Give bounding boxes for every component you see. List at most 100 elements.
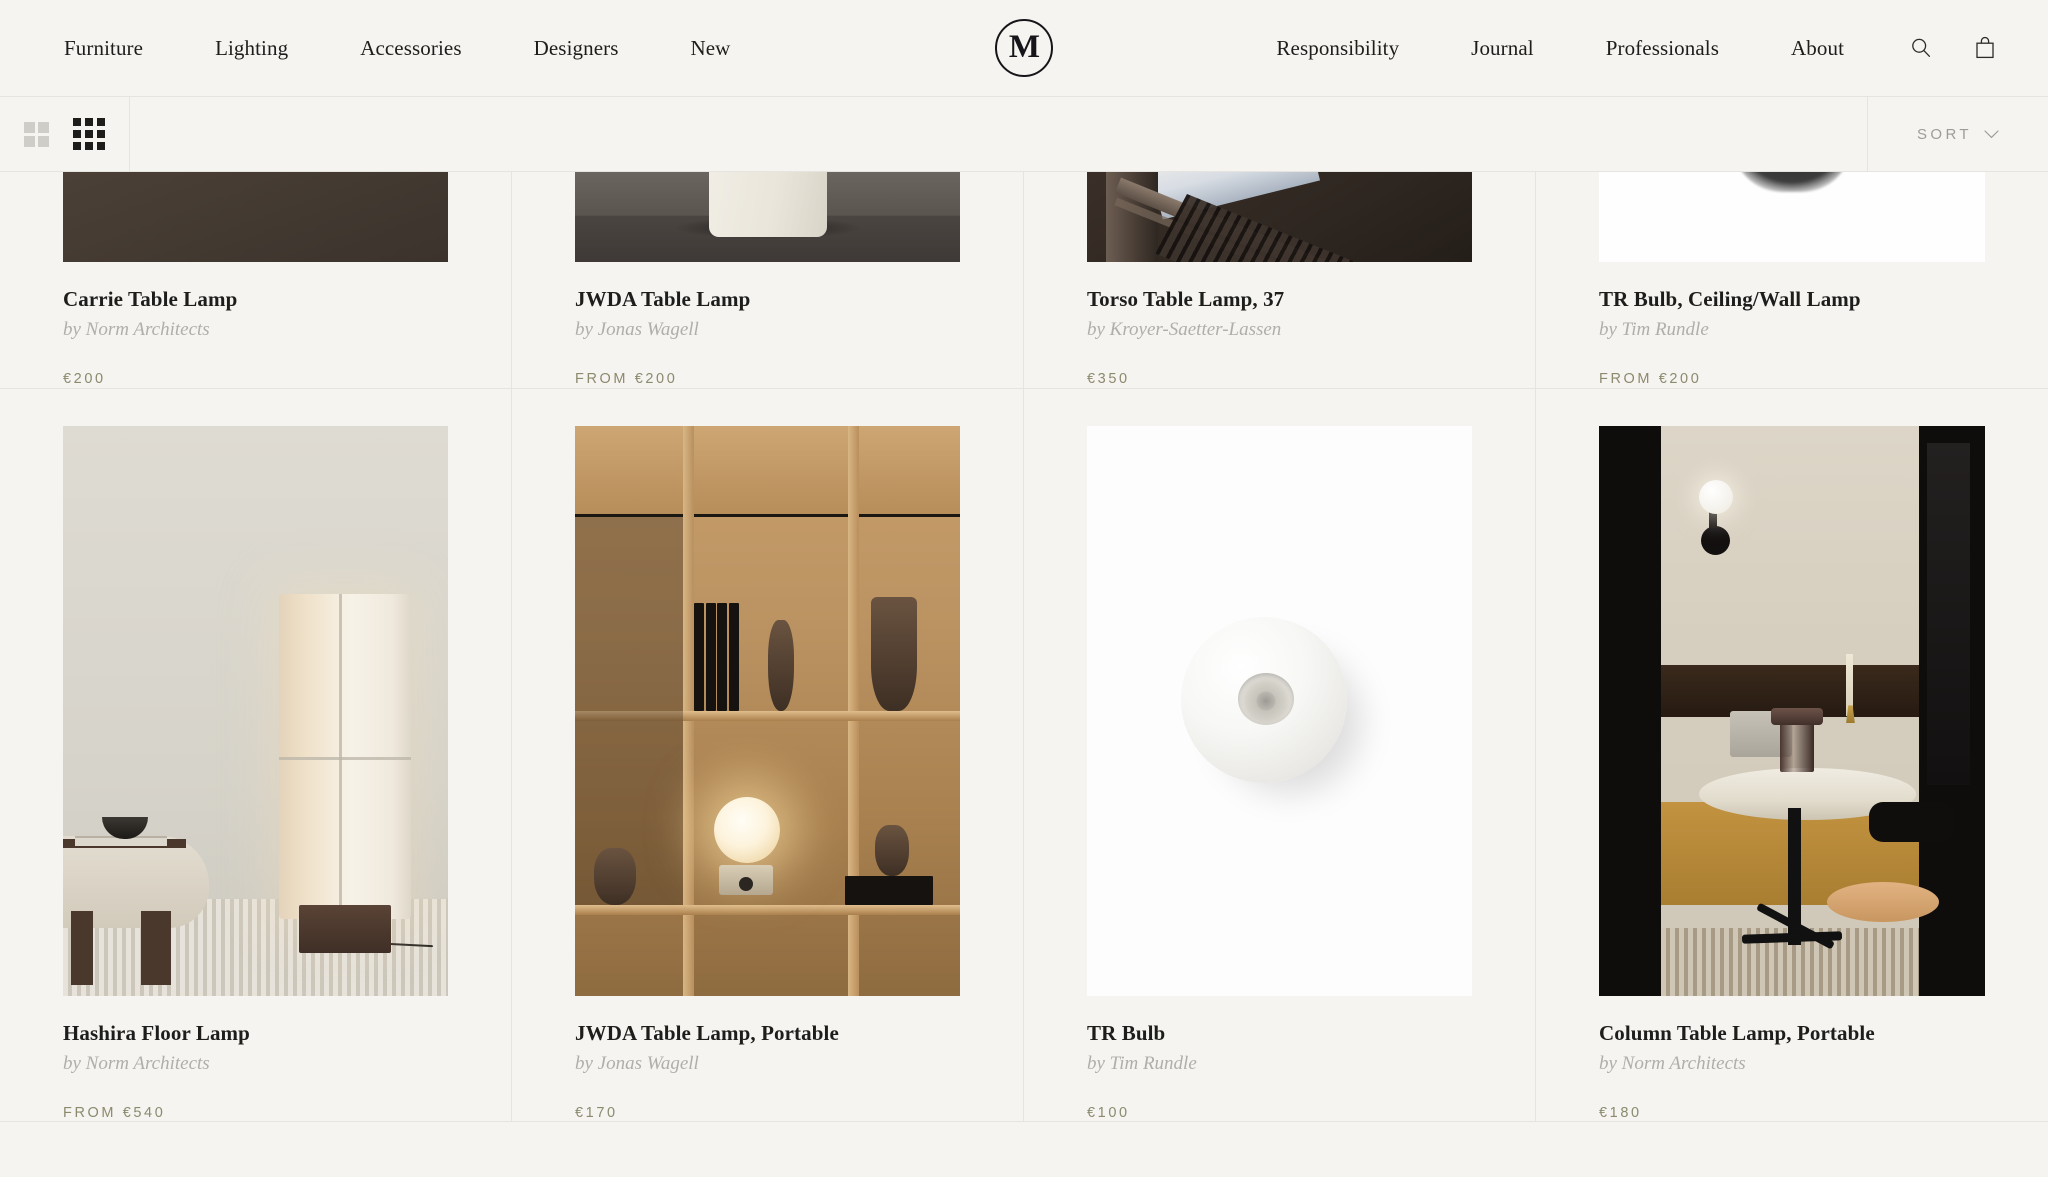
product-title: Carrie Table Lamp bbox=[63, 287, 238, 311]
ceiling-fixture bbox=[1732, 172, 1852, 192]
search-icon[interactable] bbox=[1898, 25, 1944, 71]
product-info: TR Bulb, Ceiling/Wall Lamp by Tim Rundle… bbox=[1536, 262, 2048, 387]
product-info: JWDA Table Lamp, Portable by Jonas Wagel… bbox=[512, 996, 1023, 1121]
nav-item-responsibility[interactable]: Responsibility bbox=[1240, 36, 1435, 61]
site-logo[interactable]: M bbox=[995, 19, 1053, 77]
logo-letter: M bbox=[1008, 28, 1040, 65]
photo-dark-brown-wall bbox=[63, 172, 448, 262]
grid-cell bbox=[73, 142, 81, 150]
jwda-portable-base bbox=[719, 864, 774, 895]
product-card-hashira-floor-lamp[interactable]: Hashira Floor Lamp by Norm Architects FR… bbox=[0, 389, 512, 1121]
grid-cell bbox=[24, 121, 35, 133]
dark-doorway bbox=[1927, 443, 1970, 786]
product-image-tr-bulb[interactable] bbox=[1087, 426, 1472, 997]
product-info: Column Table Lamp, Portable by Norm Arch… bbox=[1536, 996, 2048, 1121]
hashira-linen-shade bbox=[278, 594, 411, 920]
product-title: Column Table Lamp, Portable bbox=[1599, 1021, 1875, 1046]
grid-cell bbox=[73, 130, 81, 138]
grid-cell bbox=[38, 135, 49, 147]
tr-bulb-socket bbox=[1237, 673, 1294, 726]
photo-white-ceiling-fixture bbox=[1599, 172, 1985, 262]
shelf-board bbox=[575, 904, 960, 915]
product-price: FROM €540 bbox=[63, 1105, 166, 1121]
product-info: TR Bulb by Tim Rundle €100 bbox=[1024, 996, 1535, 1121]
nav-item-professionals[interactable]: Professionals bbox=[1570, 36, 1755, 61]
product-image-torso[interactable] bbox=[1087, 172, 1472, 262]
grid-cell bbox=[38, 121, 49, 133]
product-price: €350 bbox=[1087, 370, 1130, 387]
product-card-torso-table-lamp-37[interactable]: Torso Table Lamp, 37 by Kroyer-Saetter-L… bbox=[1024, 172, 1536, 388]
product-info: Hashira Floor Lamp by Norm Architects FR… bbox=[0, 996, 511, 1121]
product-card-tr-bulb[interactable]: TR Bulb by Tim Rundle €100 bbox=[1024, 389, 1536, 1121]
nav-item-accessories[interactable]: Accessories bbox=[324, 36, 497, 61]
shelf-recess bbox=[575, 517, 683, 712]
tr-bulb-sphere bbox=[1181, 616, 1348, 783]
grid-cell bbox=[97, 118, 105, 126]
product-image-jwda[interactable] bbox=[575, 172, 960, 262]
product-price: €170 bbox=[575, 1105, 618, 1121]
nav-item-designers[interactable]: Designers bbox=[498, 36, 655, 61]
product-price: €100 bbox=[1087, 1105, 1130, 1121]
grid-2-icon[interactable] bbox=[24, 121, 49, 147]
product-title: TR Bulb, Ceiling/Wall Lamp bbox=[1599, 287, 1861, 311]
product-grid: Carrie Table Lamp by Norm Architects €20… bbox=[0, 172, 2048, 1122]
product-designer: by Norm Architects bbox=[1599, 1053, 1746, 1075]
product-price: €200 bbox=[63, 370, 106, 387]
book bbox=[729, 602, 739, 712]
product-designer: by Norm Architects bbox=[63, 1053, 210, 1075]
nav-item-journal[interactable]: Journal bbox=[1435, 36, 1570, 61]
product-title: Hashira Floor Lamp bbox=[63, 1021, 250, 1046]
nav-item-new[interactable]: New bbox=[655, 36, 767, 61]
product-designer: by Jonas Wagell bbox=[575, 1053, 699, 1075]
product-card-carrie-table-lamp[interactable]: Carrie Table Lamp by Norm Architects €20… bbox=[0, 172, 512, 388]
product-image-carrie[interactable] bbox=[63, 172, 448, 262]
product-price: FROM €200 bbox=[1599, 370, 1702, 387]
photo-classical-stairwell bbox=[1087, 172, 1472, 262]
product-card-jwda-table-lamp[interactable]: JWDA Table Lamp by Jonas Wagell FROM €20… bbox=[512, 172, 1024, 388]
dark-ceramic-orb bbox=[594, 847, 637, 905]
product-row: Hashira Floor Lamp by Norm Architects FR… bbox=[0, 389, 2048, 1122]
product-title: Torso Table Lamp, 37 bbox=[1087, 287, 1285, 311]
product-designer: by Tim Rundle bbox=[1599, 319, 1709, 341]
product-image-tr-bulb-ceiling[interactable] bbox=[1599, 172, 1985, 262]
bronze-figurine bbox=[767, 619, 794, 712]
product-designer: by Jonas Wagell bbox=[575, 319, 699, 341]
grid-cell bbox=[85, 118, 93, 126]
sort-dropdown[interactable]: SORT bbox=[1868, 97, 2048, 171]
product-card-jwda-table-lamp-portable[interactable]: JWDA Table Lamp, Portable by Jonas Wagel… bbox=[512, 389, 1024, 1121]
shopping-bag-icon[interactable] bbox=[1962, 25, 2008, 71]
grid-cell bbox=[97, 142, 105, 150]
lamp-body bbox=[708, 172, 827, 237]
catalog-toolbar: SORT bbox=[0, 97, 2048, 172]
product-image-hashira[interactable] bbox=[63, 426, 448, 997]
nav-item-lighting[interactable]: Lighting bbox=[179, 36, 324, 61]
product-price: €180 bbox=[1599, 1105, 1642, 1121]
nav-item-about[interactable]: About bbox=[1755, 36, 1880, 61]
product-info: Torso Table Lamp, 37 by Kroyer-Saetter-L… bbox=[1024, 262, 1535, 387]
book bbox=[694, 602, 705, 712]
column-portable-lamp-head bbox=[1770, 708, 1823, 726]
product-card-column-table-lamp-portable[interactable]: Column Table Lamp, Portable by Norm Arch… bbox=[1536, 389, 2048, 1121]
jwda-portable-globe bbox=[713, 796, 780, 863]
book bbox=[705, 602, 716, 712]
photo-restaurant-booth bbox=[1599, 426, 1985, 997]
grid-cell bbox=[85, 142, 93, 150]
product-title: TR Bulb bbox=[1087, 1021, 1166, 1046]
grid-3-icon[interactable] bbox=[73, 118, 105, 150]
primary-navigation-left: Furniture Lighting Accessories Designers… bbox=[0, 36, 766, 61]
product-card-tr-bulb-ceiling-wall-lamp[interactable]: TR Bulb, Ceiling/Wall Lamp by Tim Rundle… bbox=[1536, 172, 2048, 388]
product-image-jwda-portable[interactable] bbox=[575, 426, 960, 997]
product-title: JWDA Table Lamp bbox=[575, 287, 751, 311]
column-portable-lamp-body bbox=[1780, 719, 1815, 772]
view-mode-toggles bbox=[0, 97, 130, 171]
logo-circle-icon: M bbox=[995, 19, 1053, 77]
product-row: Carrie Table Lamp by Norm Architects €20… bbox=[0, 172, 2048, 389]
product-image-column-lamp[interactable] bbox=[1599, 426, 1985, 997]
product-title: JWDA Table Lamp, Portable bbox=[575, 1021, 839, 1046]
grid-cell bbox=[85, 130, 93, 138]
wall-sconce-plate bbox=[1700, 526, 1730, 556]
sort-label: SORT bbox=[1917, 125, 1972, 143]
nav-item-furniture[interactable]: Furniture bbox=[64, 36, 179, 61]
photo-oak-shelving bbox=[575, 426, 960, 997]
product-designer: by Norm Architects bbox=[63, 319, 210, 341]
